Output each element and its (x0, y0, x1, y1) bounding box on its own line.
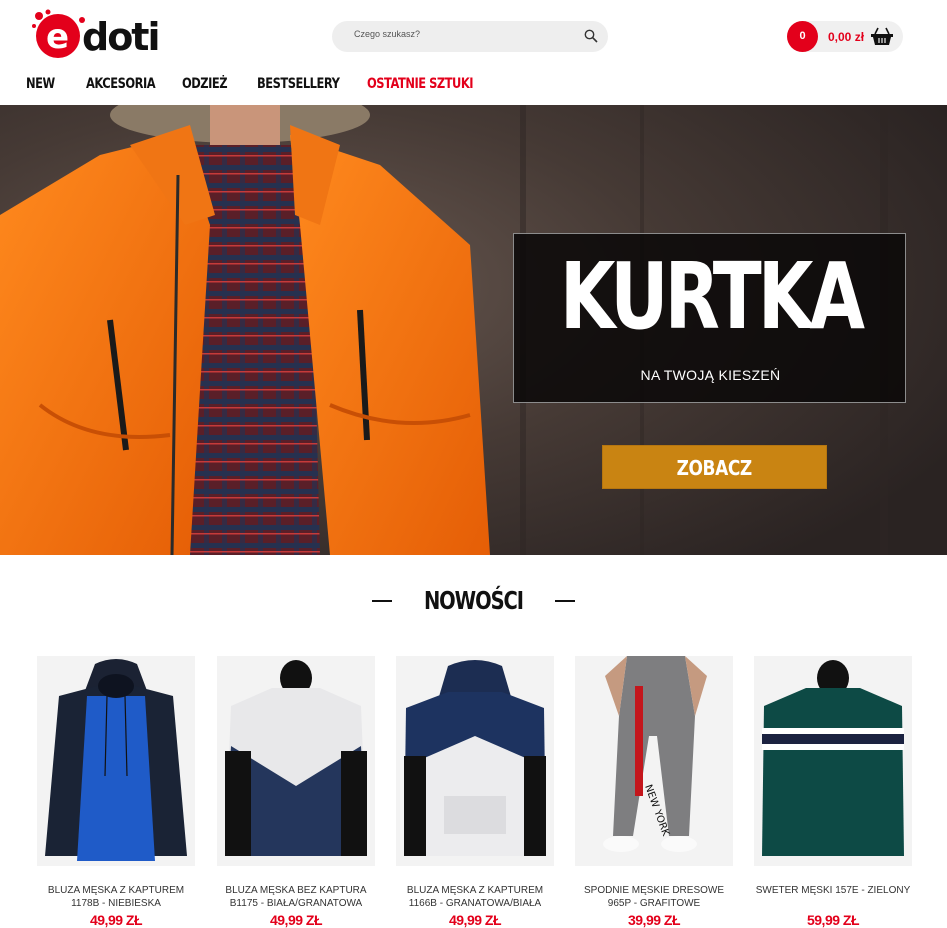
header: e doti 0 0,00 zł (0, 0, 947, 68)
product-image[interactable] (37, 656, 195, 866)
hero-cta-button[interactable]: ZOBACZ (602, 445, 827, 489)
product-card[interactable]: BLUZA MĘSKA Z KAPTUREM 1178B - NIEBIESKA… (37, 656, 195, 928)
product-image[interactable]: NEW YORK (575, 656, 733, 866)
product-price: 59,99 ZŁ (806, 912, 860, 928)
product-price: 49,99 ZŁ (89, 912, 143, 928)
nav-item-akcesoria[interactable]: AKCESORIA (86, 76, 165, 98)
product-name[interactable]: BLUZA MĘSKA Z KAPTUREM 1166B - GRANATOWA… (396, 884, 554, 910)
svg-text:e: e (46, 17, 69, 57)
heading-dash-right (555, 599, 576, 602)
product-name[interactable]: SPODNIE MĘSKIE DRESOWE 965P - GRAFITOWE (575, 884, 733, 910)
nav-item-new[interactable]: NEW (26, 76, 75, 98)
product-image[interactable] (396, 656, 554, 866)
product-price: 49,99 ZŁ (269, 912, 323, 928)
nav-item-bestsellery[interactable]: BESTSELLERY (257, 76, 347, 98)
magnifier-icon[interactable] (584, 29, 598, 43)
nav-item-ostatnie-sztuki[interactable]: OSTATNIE SZTUKI (367, 76, 474, 98)
section-heading: NOWOŚCI (0, 586, 947, 615)
nav-item-odziez[interactable]: ODZIEŻ (182, 76, 244, 98)
hero-headline-box: KURTKA NA TWOJĄ KIESZEŃ (513, 233, 906, 403)
hero-subtitle: NA TWOJĄ KIESZEŃ (640, 367, 781, 383)
search-input[interactable] (354, 29, 574, 39)
product-card[interactable]: SWETER MĘSKI 157E - ZIELONY 59,99 ZŁ (754, 656, 912, 928)
product-card[interactable]: BLUZA MĘSKA Z KAPTUREM 1166B - GRANATOWA… (396, 656, 554, 928)
cart-total: 0,00 zł (828, 30, 865, 44)
hero-banner[interactable]: KURTKA NA TWOJĄ KIESZEŃ ZOBACZ (0, 105, 947, 555)
product-image[interactable] (217, 656, 375, 866)
product-card[interactable]: BLUZA MĘSKA BEZ KAPTURA B1175 - BIAŁA/GR… (217, 656, 375, 928)
product-card[interactable]: NEW YORK SPODNIE MĘSKIE DRESOWE 965P - G… (575, 656, 733, 928)
main-nav: NEW AKCESORIA ODZIEŻ BESTSELLERY OSTATNI… (26, 76, 477, 98)
heading-dash-left (371, 599, 392, 602)
product-name[interactable]: BLUZA MĘSKA BEZ KAPTURA B1175 - BIAŁA/GR… (217, 884, 375, 910)
cart-count-badge: 0 (787, 21, 818, 52)
basket-icon (871, 27, 893, 45)
section-title: NOWOŚCI (424, 586, 524, 615)
product-image[interactable] (754, 656, 912, 866)
svg-text:doti: doti (82, 15, 159, 59)
product-name[interactable]: BLUZA MĘSKA Z KAPTUREM 1178B - NIEBIESKA (37, 884, 195, 910)
edoti-logo[interactable]: e doti (30, 8, 170, 60)
cart-button[interactable]: 0 0,00 zł (787, 21, 903, 52)
product-price: 39,99 ZŁ (627, 912, 681, 928)
hero-cta-label: ZOBACZ (676, 456, 753, 480)
product-name[interactable]: SWETER MĘSKI 157E - ZIELONY (754, 884, 912, 910)
hero-title: KURTKA (559, 243, 865, 350)
search-bar[interactable] (332, 21, 608, 52)
product-price: 49,99 ZŁ (448, 912, 502, 928)
